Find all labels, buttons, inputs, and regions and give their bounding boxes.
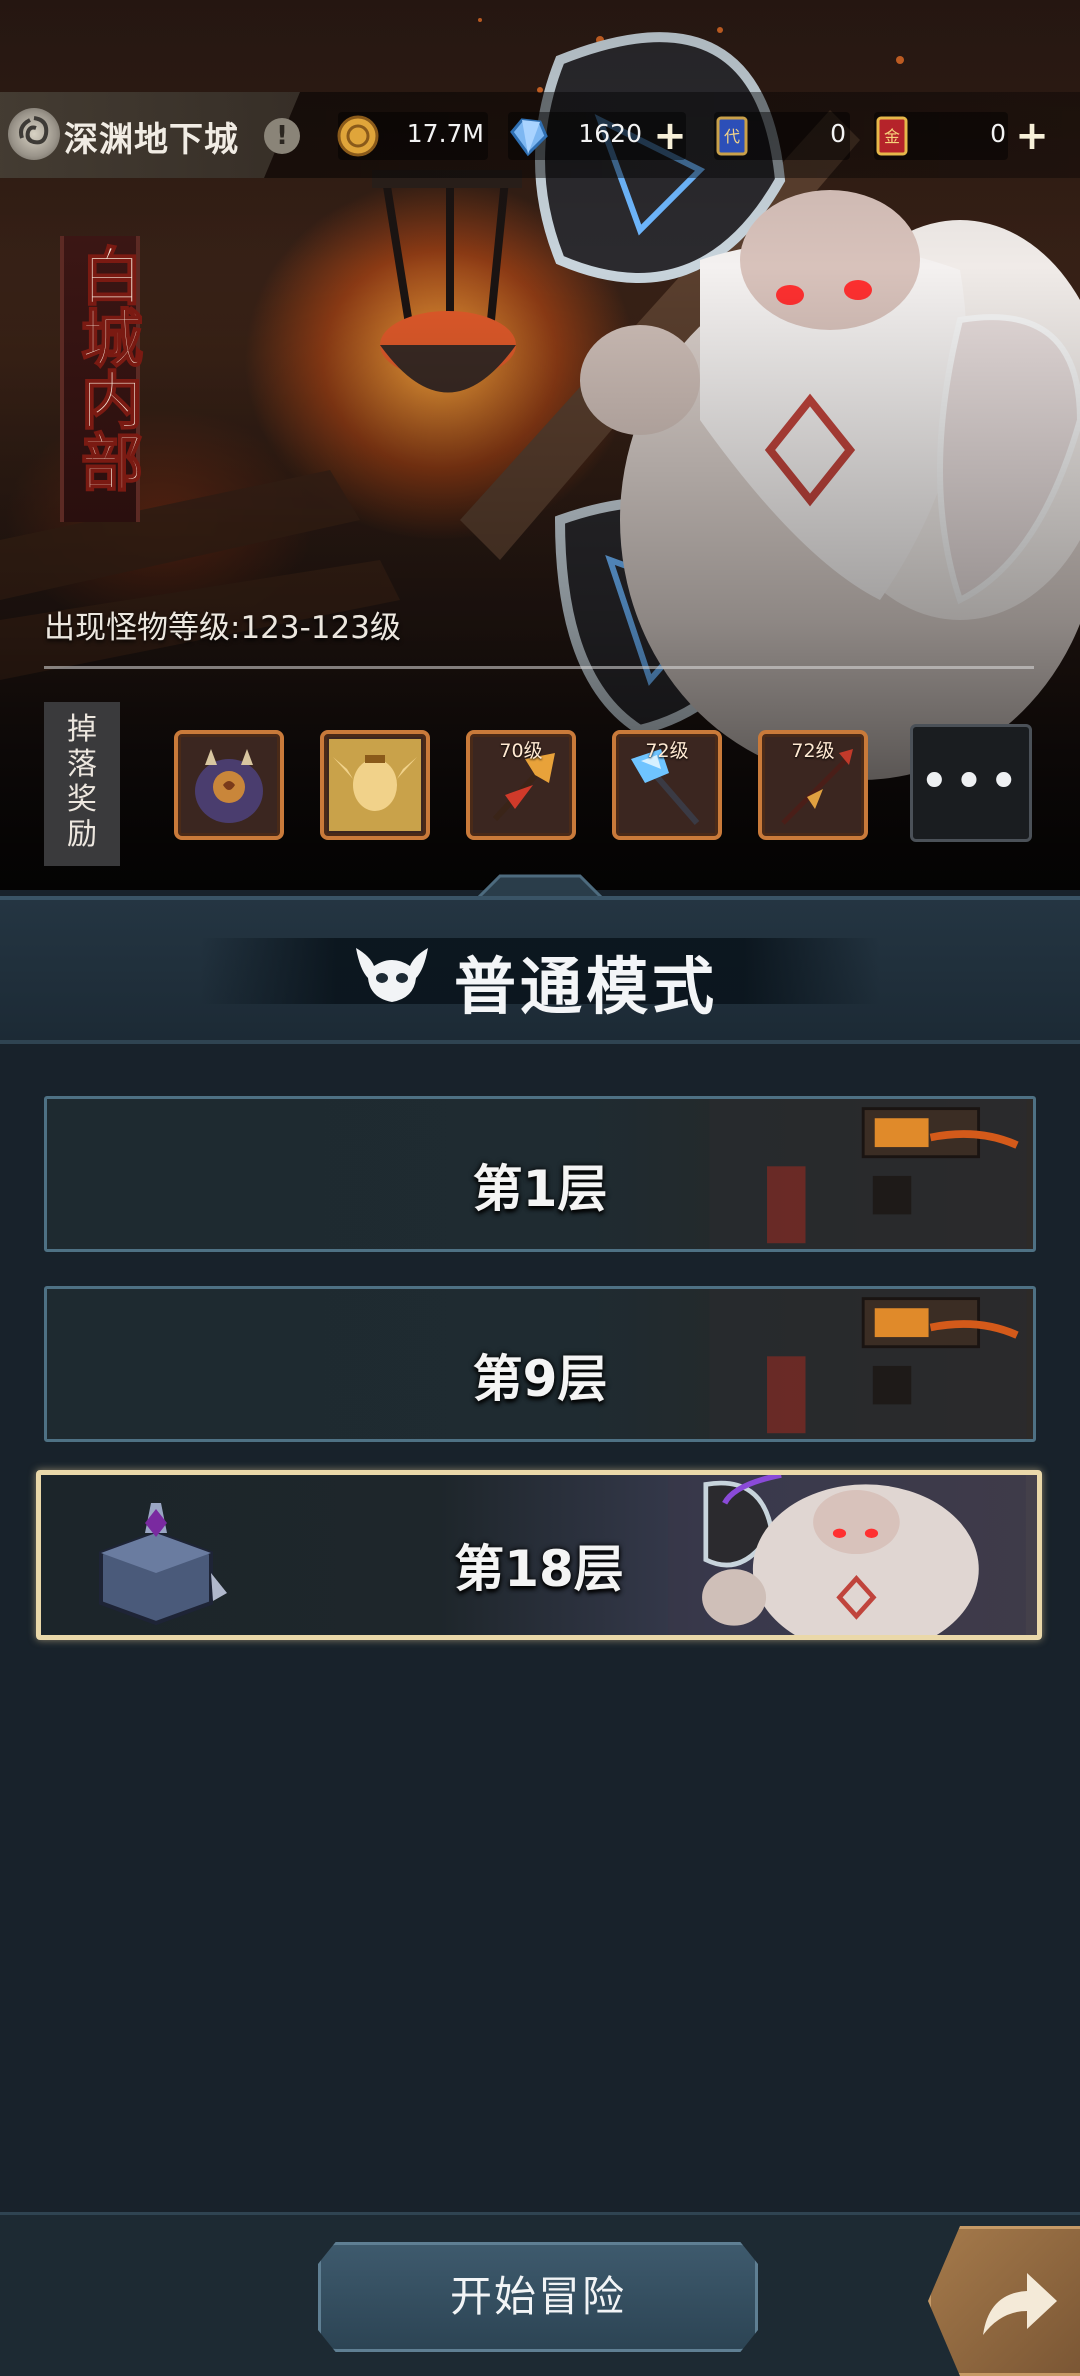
diamond-icon <box>506 114 550 158</box>
svg-text:金: 金 <box>884 127 900 146</box>
area-title: 白城内部 <box>69 243 144 493</box>
more-rewards-button[interactable]: ••• <box>910 724 1032 842</box>
drop-item[interactable] <box>174 730 284 840</box>
drop-item[interactable]: 72级 <box>612 730 722 840</box>
floor-label: 第9层 <box>472 1350 608 1408</box>
floor-row-1[interactable]: 第1层 <box>44 1096 1036 1252</box>
purple-egg-creature-icon <box>195 749 263 823</box>
drop-item-level: 72级 <box>645 740 689 762</box>
monster-level-text: 出现怪物等级:123-123级 <box>44 610 401 646</box>
drop-rewards-label: 掉 落 奖 励 <box>44 702 120 866</box>
diamond-value: 1620 <box>578 119 642 148</box>
start-adventure-button[interactable]: 开始冒险 <box>318 2242 758 2352</box>
drop-label-char: 掉 <box>67 712 97 747</box>
drop-item[interactable]: 70级 <box>466 730 576 840</box>
dungeon-swirl-icon <box>8 108 60 160</box>
gold-value: 17.7M <box>406 119 484 148</box>
gold-coin-icon <box>336 114 380 158</box>
svg-text:代: 代 <box>724 127 740 146</box>
gold-card-icon: 金 <box>870 114 914 158</box>
add-diamond-button[interactable]: + <box>652 116 688 156</box>
share-arrow-icon <box>983 2273 1057 2335</box>
demon-skull-icon <box>356 948 428 1002</box>
banner-divider <box>44 666 1034 669</box>
drop-label-char: 落 <box>67 747 97 782</box>
add-gold-card-button[interactable]: + <box>1014 116 1050 156</box>
voucher-value: 0 <box>830 119 846 148</box>
drop-label-char: 励 <box>67 817 97 852</box>
drop-item-level: 70级 <box>499 740 543 762</box>
drop-item[interactable] <box>320 730 430 840</box>
exclamation-icon[interactable]: ! <box>264 118 300 154</box>
share-button[interactable] <box>928 2226 1080 2376</box>
floor-row-18[interactable]: 第18层 <box>36 1470 1042 1640</box>
floor-row-9[interactable]: 第9层 <box>44 1286 1036 1442</box>
drop-item-level: 72级 <box>791 740 835 762</box>
drop-item[interactable]: 72级 <box>758 730 868 840</box>
voucher-card-icon: 代 <box>710 114 754 158</box>
golden-elf-hero-icon <box>329 739 421 831</box>
floor-label: 第18层 <box>454 1540 624 1598</box>
drop-label-char: 奖 <box>67 782 97 817</box>
dungeon-name: 深渊地下城 <box>64 120 239 160</box>
mode-title: 普通模式 <box>454 950 719 1023</box>
gold-card-value: 0 <box>990 119 1006 148</box>
floor-label: 第1层 <box>472 1160 608 1218</box>
